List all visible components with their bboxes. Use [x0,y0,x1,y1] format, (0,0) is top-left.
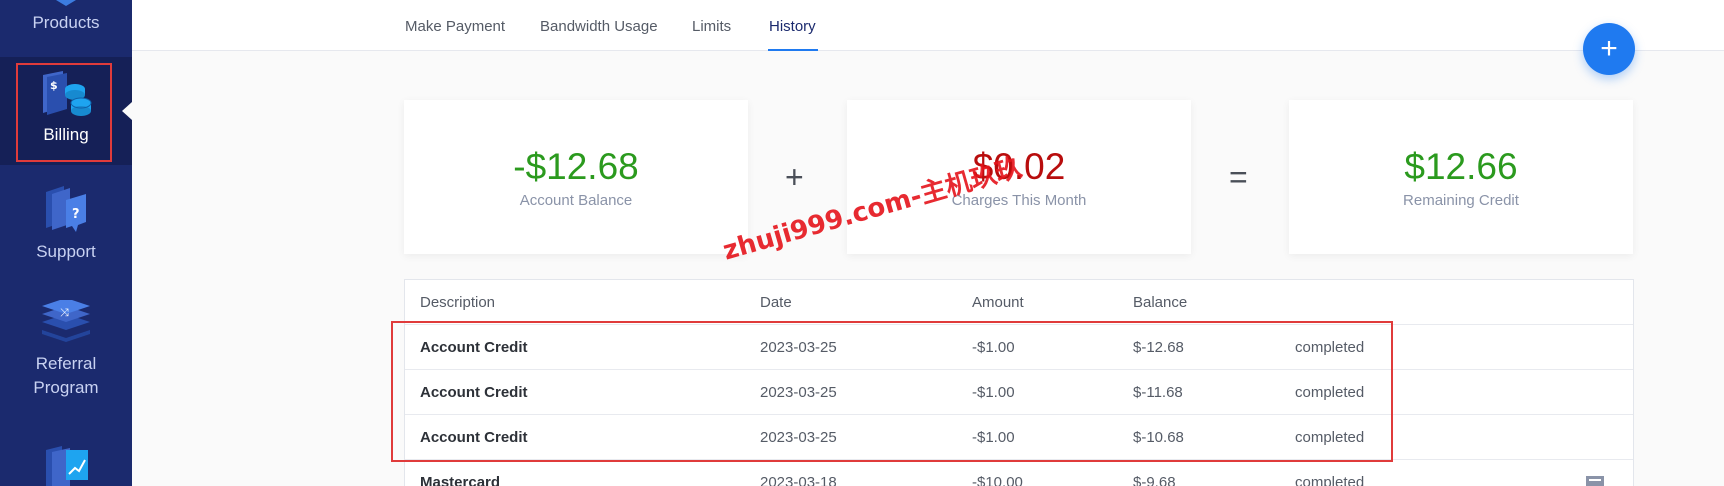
billing-highlight-box [16,63,112,162]
support-icon: ? [46,186,86,232]
table-header: Description Date Amount Balance [405,280,1633,325]
active-tab-underline [768,49,818,51]
sidebar-item-label: Support [36,242,96,261]
active-pointer [122,102,132,120]
row-amount: -$10.00 [972,474,1023,486]
row-balance: $-9.68 [1133,474,1176,486]
plus-icon: + [1600,32,1618,65]
account-balance-card: -$12.68 Account Balance [404,100,748,254]
sidebar: Products $ Billing ? Support ⤨ Referral … [0,0,132,486]
invoice-icon[interactable] [1585,475,1605,486]
referral-icon: ⤨ [42,300,90,342]
sidebar-item-label: Products [32,13,100,32]
tab-make-payment[interactable]: Make Payment [405,18,505,35]
sidebar-item-referral-program[interactable]: ⤨ Referral Program [0,300,132,412]
products-icon [56,0,76,6]
header-description: Description [420,294,496,311]
svg-text:⤨: ⤨ [60,306,69,319]
sidebar-item-stats[interactable] [0,440,132,486]
tab-history[interactable]: History [769,18,816,35]
equals-sign: = [1229,159,1248,195]
header-balance: Balance [1133,294,1188,311]
row-status: completed [1295,474,1365,486]
header-date: Date [760,294,792,311]
sidebar-item-label: Referral Program [33,354,99,397]
tab-bandwidth-usage[interactable]: Bandwidth Usage [540,18,658,35]
row-description: Mastercard [420,474,501,486]
account-balance-caption: Account Balance [519,191,633,209]
stats-icon [46,446,88,486]
table-row: Mastercard 2023-03-18 -$10.00 $-9.68 com… [405,460,1633,486]
rows-highlight-box [391,321,1393,462]
plus-sign: + [785,159,804,195]
sidebar-item-support[interactable]: ? Support [0,182,132,282]
remaining-credit-caption: Remaining Credit [1403,191,1519,209]
tab-bar: Make Payment Bandwidth Usage Limits Hist… [132,0,1724,51]
sidebar-item-products[interactable]: Products [0,0,132,55]
remaining-credit-card: $12.66 Remaining Credit [1289,100,1633,254]
row-date: 2023-03-18 [760,474,837,486]
remaining-credit-amount: $12.66 [1404,145,1518,187]
add-button[interactable]: + [1583,23,1635,75]
svg-text:?: ? [72,207,80,222]
account-balance-amount: -$12.68 [513,145,639,187]
header-amount: Amount [972,294,1024,311]
tab-limits[interactable]: Limits [692,18,731,35]
